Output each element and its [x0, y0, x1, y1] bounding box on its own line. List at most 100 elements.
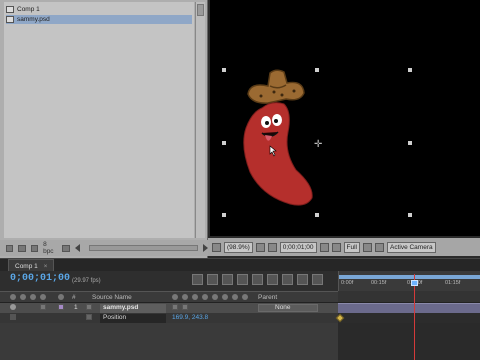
snapshot-icon[interactable]: [319, 242, 329, 252]
composition-viewer[interactable]: ✛: [210, 0, 480, 236]
effect-switch-icon[interactable]: [202, 294, 208, 300]
comp-mini-flowchart-icon[interactable]: [192, 274, 203, 285]
work-area-bar[interactable]: [339, 275, 480, 279]
always-preview-icon[interactable]: [212, 242, 221, 252]
psd-file-icon: [6, 16, 14, 23]
label-color-swatch[interactable]: [58, 304, 64, 310]
project-list: Comp 1 sammy.psd: [4, 2, 194, 238]
composition-viewer-panel: ✛ (98.9%) 0;00;01;00 Full Active Camera: [208, 0, 480, 258]
transform-handle-tm[interactable]: [315, 68, 319, 72]
motion-blur-icon[interactable]: [267, 274, 278, 285]
collapse-switch-icon[interactable]: [182, 294, 188, 300]
position-value[interactable]: 169.9, 243.8: [172, 314, 208, 321]
timeline-graph-header: [338, 291, 480, 303]
bpc-toggle[interactable]: 8 bpc: [43, 241, 57, 255]
new-comp-icon[interactable]: [30, 244, 39, 252]
layer-number: 1: [74, 304, 78, 311]
label-color-icon[interactable]: [58, 294, 64, 300]
layer-duration-bar[interactable]: [338, 303, 480, 313]
transform-handle-br[interactable]: [408, 213, 412, 217]
property-row-position[interactable]: Position 169.9, 243.8: [0, 313, 338, 323]
transform-handle-bm[interactable]: [315, 213, 319, 217]
parent-value: None: [275, 304, 291, 311]
region-of-interest-icon[interactable]: [362, 242, 372, 252]
horizontal-scroll-track[interactable]: [88, 245, 198, 251]
interpret-footage-icon[interactable]: [6, 244, 14, 252]
ruler-label: 0:00f: [341, 280, 354, 286]
transform-handle-mr[interactable]: [408, 141, 412, 145]
brainstorm-icon[interactable]: [282, 274, 293, 285]
resolution-dropdown[interactable]: Full: [343, 241, 360, 253]
transform-handle-tl[interactable]: [222, 68, 226, 72]
viewer-toolbar: (98.9%) 0;00;01;00 Full Active Camera: [208, 238, 480, 256]
timeline-switches: [192, 274, 323, 285]
new-folder-icon[interactable]: [18, 244, 26, 252]
tab-label: Comp 1: [15, 263, 38, 270]
solo-switch-icon[interactable]: [30, 294, 36, 300]
magnification-dropdown[interactable]: (98.9%): [224, 241, 253, 253]
eye-icon[interactable]: [10, 304, 16, 310]
quality-switch[interactable]: [182, 304, 188, 310]
lock-switch-icon[interactable]: [40, 294, 46, 300]
close-icon[interactable]: ×: [44, 263, 48, 270]
layer-column-headers: # Source Name Parent: [0, 291, 338, 303]
project-footer: 8 bpc: [0, 240, 208, 256]
project-item-label: sammy.psd: [17, 16, 50, 23]
transform-handle-tr[interactable]: [408, 68, 412, 72]
current-time-indicator[interactable]: [414, 274, 415, 360]
live-update-icon[interactable]: [207, 274, 218, 285]
lock-icon[interactable]: [40, 304, 46, 310]
viewer-timecode[interactable]: 0;00;01;00: [279, 241, 317, 253]
parent-header[interactable]: Parent: [258, 294, 277, 301]
shy-switch[interactable]: [172, 304, 178, 310]
layer-name[interactable]: sammy.psd: [100, 304, 166, 313]
source-name-header[interactable]: Source Name: [92, 294, 132, 301]
shy-switch-icon[interactable]: [172, 294, 178, 300]
show-channel-icon[interactable]: [331, 242, 341, 252]
project-scrollbar[interactable]: [195, 2, 205, 238]
stopwatch-icon[interactable]: [86, 314, 92, 320]
hide-shy-layers-icon[interactable]: [237, 274, 248, 285]
transform-handle-bl[interactable]: [222, 213, 226, 217]
3d-layer-switch-icon[interactable]: [242, 294, 248, 300]
property-track: [338, 313, 480, 323]
frame-blending-icon[interactable]: [252, 274, 263, 285]
ruler-label: 01:15f: [445, 280, 461, 286]
composition-icon: [6, 6, 14, 13]
layer-row[interactable]: 1 sammy.psd None: [0, 303, 338, 313]
draft-3d-icon[interactable]: [222, 274, 233, 285]
video-switch-icon[interactable]: [10, 294, 16, 300]
layer-number-header[interactable]: #: [72, 294, 76, 301]
scroll-left-icon[interactable]: [74, 244, 80, 252]
trash-icon[interactable]: [62, 244, 70, 252]
graph-editor-icon[interactable]: [297, 274, 308, 285]
ruler-label: 00:15f: [371, 280, 387, 286]
audio-switch-icon[interactable]: [20, 294, 26, 300]
project-panel: Comp 1 sammy.psd 8 bpc: [0, 0, 208, 258]
project-item-label: Comp 1: [17, 6, 40, 13]
project-item-comp[interactable]: Comp 1: [6, 5, 40, 14]
project-item-psd[interactable]: sammy.psd: [6, 15, 192, 24]
quality-switch-icon[interactable]: [192, 294, 198, 300]
cowboy-hat: [247, 69, 305, 104]
keyframe-navigator-icon[interactable]: [10, 314, 16, 320]
current-time-indicator-head[interactable]: [411, 280, 418, 286]
transparency-grid-icon[interactable]: [374, 242, 384, 252]
frame-blend-switch-icon[interactable]: [212, 294, 218, 300]
property-name: Position: [100, 314, 166, 323]
current-time-display[interactable]: 0;00;01;00: [10, 273, 70, 284]
scroll-thumb[interactable]: [197, 4, 204, 16]
safe-margins-icon[interactable]: [255, 242, 265, 252]
mask-visibility-icon[interactable]: [267, 242, 277, 252]
auto-keyframe-icon[interactable]: [312, 274, 323, 285]
camera-dropdown[interactable]: Active Camera: [386, 241, 436, 253]
motion-blur-switch-icon[interactable]: [222, 294, 228, 300]
time-ruler[interactable]: 0:00f 00:15f 01:00f 01:15f: [338, 271, 480, 291]
sausage-body: [243, 102, 313, 206]
character-artwork[interactable]: [210, 0, 480, 236]
frame-rate-label: (29.97 fps): [72, 278, 101, 284]
adjustment-layer-switch-icon[interactable]: [232, 294, 238, 300]
anchor-point-icon[interactable]: ✛: [314, 139, 322, 150]
transform-handle-ml[interactable]: [222, 141, 226, 145]
parent-dropdown[interactable]: None: [258, 304, 318, 312]
